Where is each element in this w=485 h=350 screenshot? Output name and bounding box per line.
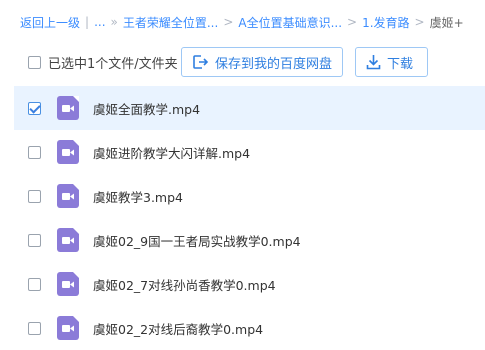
download-button[interactable]: 下载	[355, 47, 428, 77]
file-name[interactable]: 虞姬全面教学.mp4	[93, 99, 200, 118]
breadcrumb-chevron-icon: >	[223, 15, 234, 29]
file-name[interactable]: 虞姬02_7对线孙尚香教学0.mp4	[93, 275, 276, 294]
selection-count-text: 已选中1个文件/文件夹	[48, 56, 178, 72]
file-name[interactable]: 虞姬02_9国一王者局实战教学0.mp4	[93, 231, 301, 250]
breadcrumb-item-lane[interactable]: 1.发育路	[362, 14, 409, 31]
download-icon	[366, 55, 381, 70]
file-name[interactable]: 虞姬02_2对线后裔教学0.mp4	[93, 319, 263, 338]
file-row[interactable]: 虞姬02_9国一王者局实战教学0.mp4	[14, 218, 485, 262]
file-name[interactable]: 虞姬教学3.mp4	[93, 187, 183, 206]
video-file-icon	[57, 228, 79, 252]
file-checkbox[interactable]	[28, 321, 41, 335]
file-checkbox[interactable]	[28, 101, 41, 115]
video-file-icon	[57, 96, 79, 120]
video-file-icon	[57, 316, 79, 340]
breadcrumb-separator: |	[85, 15, 90, 29]
file-checkbox[interactable]	[28, 189, 41, 203]
breadcrumb-back-link[interactable]: 返回上一级	[20, 14, 80, 31]
file-row[interactable]: 虞姬02_2对线后裔教学0.mp4	[14, 306, 485, 350]
file-row[interactable]: 虞姬全面教学.mp4	[14, 86, 485, 130]
breadcrumb-current: 虞姬+	[429, 15, 464, 30]
file-row[interactable]: 虞姬02_7对线孙尚香教学0.mp4	[14, 262, 485, 306]
file-list: 虞姬全面教学.mp4 虞姬进阶教学大闪详解.mp4 虞姬教学3.mp4 虞姬02…	[14, 86, 485, 350]
breadcrumb-chevron-icon: »	[110, 15, 118, 29]
breadcrumb-chevron-icon: >	[414, 15, 425, 29]
breadcrumb-chevron-icon: >	[347, 15, 358, 29]
select-all-checkbox[interactable]	[28, 55, 41, 69]
breadcrumb-item-basics[interactable]: A全位置基础意识...	[238, 14, 342, 31]
video-file-icon	[57, 184, 79, 208]
download-button-label: 下载	[387, 56, 414, 72]
video-file-icon	[57, 272, 79, 296]
breadcrumb-item-game[interactable]: 王者荣耀全位置...	[123, 14, 218, 31]
file-checkbox[interactable]	[28, 277, 41, 291]
file-checkbox[interactable]	[28, 233, 41, 247]
breadcrumb-ellipsis[interactable]: ...	[94, 15, 105, 29]
toolbar: 已选中1个文件/文件夹 保存到我的百度网盘 下载	[28, 44, 485, 80]
breadcrumb: 返回上一级 | ... » 王者荣耀全位置... > A全位置基础意识... >…	[20, 9, 485, 35]
video-file-icon	[57, 140, 79, 164]
save-to-netdisk-button[interactable]: 保存到我的百度网盘	[181, 47, 343, 77]
file-row[interactable]: 虞姬教学3.mp4	[14, 174, 485, 218]
save-button-label: 保存到我的百度网盘	[215, 56, 333, 72]
save-icon	[193, 55, 209, 69]
file-row[interactable]: 虞姬进阶教学大闪详解.mp4	[14, 130, 485, 174]
file-name[interactable]: 虞姬进阶教学大闪详解.mp4	[93, 143, 250, 162]
file-checkbox[interactable]	[28, 145, 41, 159]
